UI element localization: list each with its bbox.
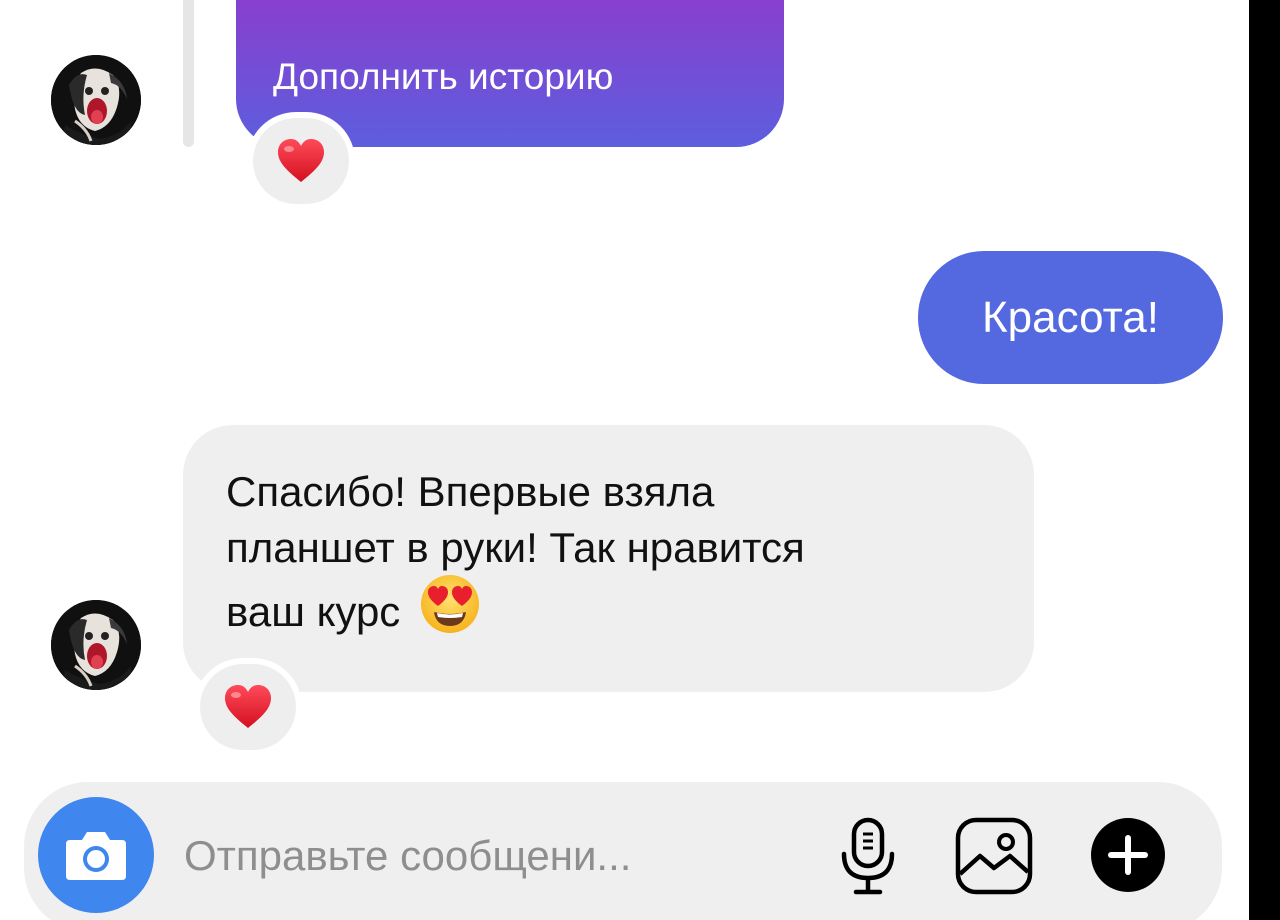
microphone-icon	[841, 817, 895, 895]
sender-avatar[interactable]	[51, 55, 141, 145]
story-reply-button-label: Дополнить историю	[273, 56, 614, 97]
heart-eyes-emoji-icon	[418, 572, 482, 650]
plus-icon	[1091, 818, 1165, 892]
outgoing-message-bubble[interactable]: Красота!	[918, 251, 1223, 384]
incoming-message-bubble[interactable]: Спасибо! Впервые взяла планшет в руки! Т…	[183, 425, 1034, 692]
incoming-message-line: планшет в руки! Так нравится	[226, 524, 805, 571]
message-reaction-badge[interactable]	[200, 664, 296, 750]
incoming-message-line: Спасибо! Впервые взяла	[226, 468, 715, 515]
camera-icon	[66, 832, 126, 880]
screen-edge	[1249, 0, 1280, 920]
gallery-icon	[955, 817, 1033, 895]
camera-button[interactable]	[38, 797, 154, 913]
incoming-message-line-last: ваш курс	[226, 575, 994, 654]
outgoing-message-text: Красота!	[982, 292, 1159, 342]
incoming-message-line: ваш курс	[226, 588, 401, 636]
story-reaction-badge[interactable]	[253, 118, 349, 204]
voice-message-button[interactable]	[836, 815, 900, 897]
add-content-button[interactable]	[1088, 815, 1168, 895]
message-input[interactable]	[184, 826, 784, 886]
story-reply-indicator	[183, 0, 194, 147]
gallery-button[interactable]	[953, 815, 1035, 897]
sender-avatar[interactable]	[51, 600, 141, 690]
red-heart-icon	[225, 685, 271, 728]
chat-screen: Дополнить историю Красота! Спасибо! Впер…	[0, 0, 1280, 920]
red-heart-icon	[278, 139, 324, 182]
